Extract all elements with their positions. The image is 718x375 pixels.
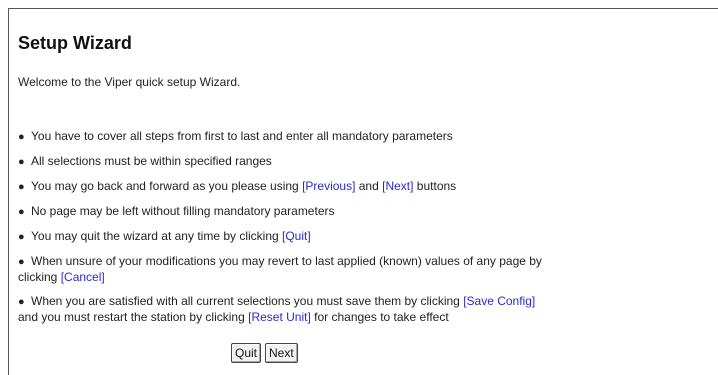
rule-text: No page may be left without filling mand… — [31, 204, 335, 218]
list-item: ● All selections must be within specified… — [18, 154, 558, 170]
rule-text: You may quit the wizard at any time by c… — [31, 229, 283, 243]
rule-text: You have to cover all steps from first t… — [31, 129, 453, 143]
bullet-icon: ● — [18, 231, 25, 243]
cancel-reference: [Cancel] — [60, 270, 105, 284]
list-item: ● You have to cover all steps from first … — [18, 129, 558, 145]
bullet-icon: ● — [18, 206, 25, 218]
list-item: ● You may quit the wizard at any time by … — [18, 229, 558, 245]
rule-text: for changes to take effect — [310, 310, 449, 324]
list-item: ● When you are satisfied with all current… — [18, 294, 558, 325]
rule-text: and you must restart the station by clic… — [18, 310, 249, 324]
save-config-reference: [Save Config] — [463, 294, 536, 308]
bullet-icon: ● — [18, 156, 25, 168]
rule-text: All selections must be within specified … — [31, 154, 272, 168]
rule-text: You may go back and forward as you pleas… — [31, 179, 303, 193]
previous-reference: [Previous] — [302, 179, 356, 193]
list-item: ● You may go back and forward as you plea… — [18, 179, 558, 195]
rule-text: buttons — [413, 179, 457, 193]
list-item: ● When unsure of your modifications you m… — [18, 254, 558, 285]
rules-list: ● You have to cover all steps from first … — [18, 129, 558, 334]
quit-button[interactable]: Quit — [231, 343, 262, 363]
list-item: ● No page may be left without filling man… — [18, 204, 558, 220]
page-title: Setup Wizard — [18, 33, 132, 53]
quit-reference: [Quit] — [282, 229, 311, 243]
next-button[interactable]: Next — [265, 343, 298, 363]
bullet-icon: ● — [18, 181, 25, 193]
welcome-text: Welcome to the Viper quick setup Wizard. — [18, 75, 241, 89]
reset-unit-reference: [Reset Unit] — [248, 310, 311, 324]
bullet-icon: ● — [18, 256, 25, 268]
bullet-icon: ● — [18, 131, 25, 143]
rule-text: When you are satisfied with all current … — [31, 294, 464, 308]
next-reference: [Next] — [382, 179, 414, 193]
rule-text: and — [355, 179, 383, 193]
wizard-buttons: Quit Next — [231, 343, 298, 363]
bullet-icon: ● — [18, 296, 25, 308]
